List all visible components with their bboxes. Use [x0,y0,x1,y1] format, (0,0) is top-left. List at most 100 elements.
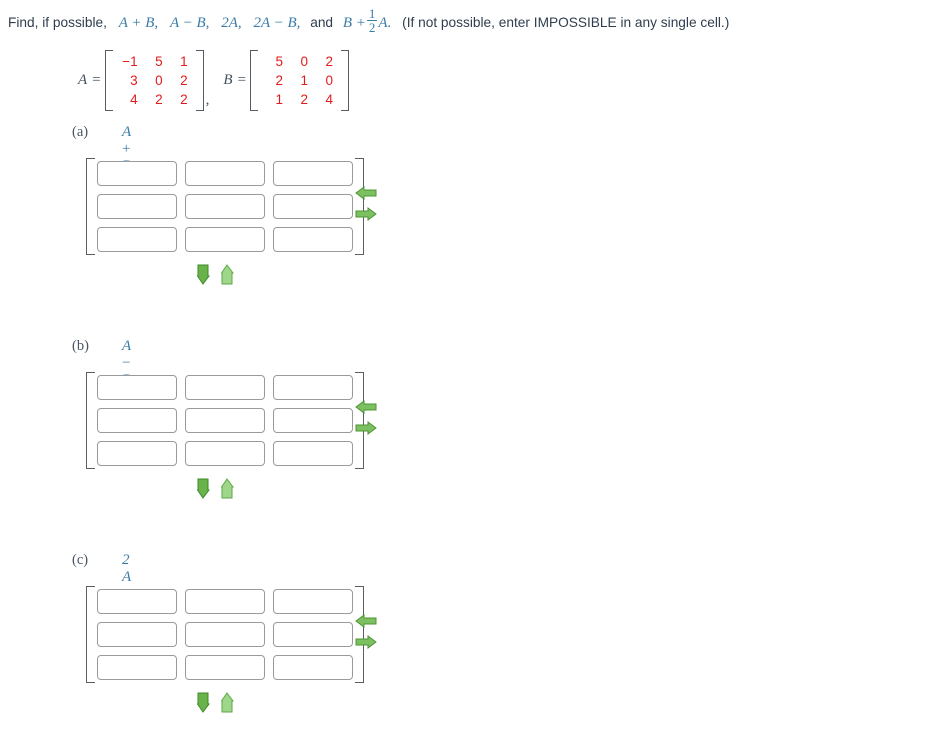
matrix-a-cell: 4 [130,92,138,107]
arrow-up-icon[interactable] [221,264,234,285]
part-a-cell-r1c3[interactable] [273,161,353,186]
part-c-row-controls [197,692,234,713]
matrix-a-row: 4 2 2 [117,90,192,109]
part-c-cells [95,586,355,683]
arrow-left-icon[interactable] [355,400,377,414]
part-b-cell-r1c1[interactable] [97,375,177,400]
part-c-cell-r3c1[interactable] [97,655,177,680]
part-a-cell-r2c1[interactable] [97,194,177,219]
part-b-cell-r1c2[interactable] [185,375,265,400]
matrix-separator-comma: , [205,92,210,108]
part-b-cell-r3c1[interactable] [97,441,177,466]
matrix-b-right-bracket [341,50,350,111]
prompt-and: and [310,14,334,30]
part-b-row [97,375,353,400]
matrix-a-block: A = −1 5 1 3 0 2 4 2 2 [78,50,204,111]
part-c-cell-r2c3[interactable] [273,622,353,647]
fraction-denominator: 2 [366,20,378,36]
one-half-fraction: 12 [366,6,378,36]
arrow-down-icon[interactable] [197,692,210,713]
prompt-term-1: A + B, [118,14,159,31]
part-c-left-bracket [86,586,95,683]
prompt-last-term-suffix: A. [378,14,392,31]
matrix-b-row: 2 1 0 [262,71,337,90]
part-c-cell-r2c2[interactable] [185,622,265,647]
matrix-a-cell: 1 [180,54,188,69]
part-c-answer-matrix [86,586,364,683]
part-c-cell-r2c1[interactable] [97,622,177,647]
part-a-row [97,194,353,219]
prompt-term-2: A − B, [169,14,210,31]
matrix-b-label: B [223,72,233,88]
part-c-row [97,655,353,680]
part-a-cell-r3c1[interactable] [97,227,177,252]
part-b-cell-r2c1[interactable] [97,408,177,433]
matrix-b-cell: 2 [275,73,284,88]
part-a-expr-left: A [122,124,131,140]
part-a-answer-matrix [86,158,364,255]
part-c-label: (c) [72,552,89,568]
part-a-cell-r2c3[interactable] [273,194,353,219]
matrix-a-cell: 5 [155,54,163,69]
part-b-cell-r3c2[interactable] [185,441,265,466]
part-b-answer-matrix [86,372,364,469]
prompt-term-4: 2A − B, [253,14,301,31]
part-c-row [97,589,353,614]
part-b-cell-r2c2[interactable] [185,408,265,433]
matrix-b-row: 5 0 2 [262,52,337,71]
matrix-a-values: −1 5 1 3 0 2 4 2 2 [104,50,204,111]
part-a-row [97,227,353,252]
matrix-b-cell: 0 [300,54,309,69]
part-b-cell-r1c3[interactable] [273,375,353,400]
matrix-b-row: 1 2 4 [262,90,337,109]
prompt-term-3: 2A, [221,14,242,31]
part-c-cell-r1c3[interactable] [273,589,353,614]
matrix-b-left-bracket [250,50,259,111]
part-a-cells [95,158,355,255]
part-c-cell-r1c1[interactable] [97,589,177,614]
part-a-cell-r2c2[interactable] [185,194,265,219]
matrix-b-cell: 4 [325,92,334,107]
part-c-cell-r3c3[interactable] [273,655,353,680]
arrow-up-icon[interactable] [221,692,234,713]
prompt-note: (If not possible, enter IMPOSSIBLE in an… [402,14,730,30]
part-a-cell-r3c2[interactable] [185,227,265,252]
part-a-cell-r3c3[interactable] [273,227,353,252]
arrow-up-icon[interactable] [221,478,234,499]
matrix-b-equals: = [237,72,247,88]
part-b-column-controls [355,400,377,435]
matrix-a-right-bracket [195,50,204,111]
part-c-cell-r3c2[interactable] [185,655,265,680]
fraction-numerator: 1 [368,6,376,21]
matrix-b-cell: 0 [325,73,334,88]
part-a-left-bracket [86,158,95,255]
matrix-a-cell: 2 [180,92,188,107]
part-b-cell-r2c3[interactable] [273,408,353,433]
given-matrices: A = −1 5 1 3 0 2 4 2 2 , B = 5 0 2 2 1 0… [78,50,350,111]
matrix-b-cell: 1 [275,92,284,107]
arrow-right-icon[interactable] [355,421,377,435]
arrow-down-icon[interactable] [197,264,210,285]
arrow-down-icon[interactable] [197,478,210,499]
part-c-expression: 2 A [122,552,131,586]
arrow-right-icon[interactable] [355,207,377,221]
matrix-b-cell: 5 [275,54,284,69]
part-a-cell-r1c1[interactable] [97,161,177,186]
matrix-b-cell: 2 [325,54,334,69]
arrow-left-icon[interactable] [355,186,377,200]
question-prompt: Find, if possible, A + B, A − B, 2A, 2A … [8,7,729,35]
matrix-a-cell: 0 [155,73,163,88]
part-a-expr-op: + [122,141,131,157]
part-c-row [97,622,353,647]
part-a-cell-r1c2[interactable] [185,161,265,186]
matrix-b-cell: 1 [300,73,309,88]
matrix-a-cell: 2 [180,73,188,88]
part-a-label: (a) [72,124,89,140]
arrow-left-icon[interactable] [355,614,377,628]
matrix-a-rows: −1 5 1 3 0 2 4 2 2 [113,50,196,111]
matrix-a-row: −1 5 1 [117,52,192,71]
part-c-cell-r1c2[interactable] [185,589,265,614]
arrow-right-icon[interactable] [355,635,377,649]
part-b-cell-r3c3[interactable] [273,441,353,466]
part-b-row-controls [197,478,234,499]
